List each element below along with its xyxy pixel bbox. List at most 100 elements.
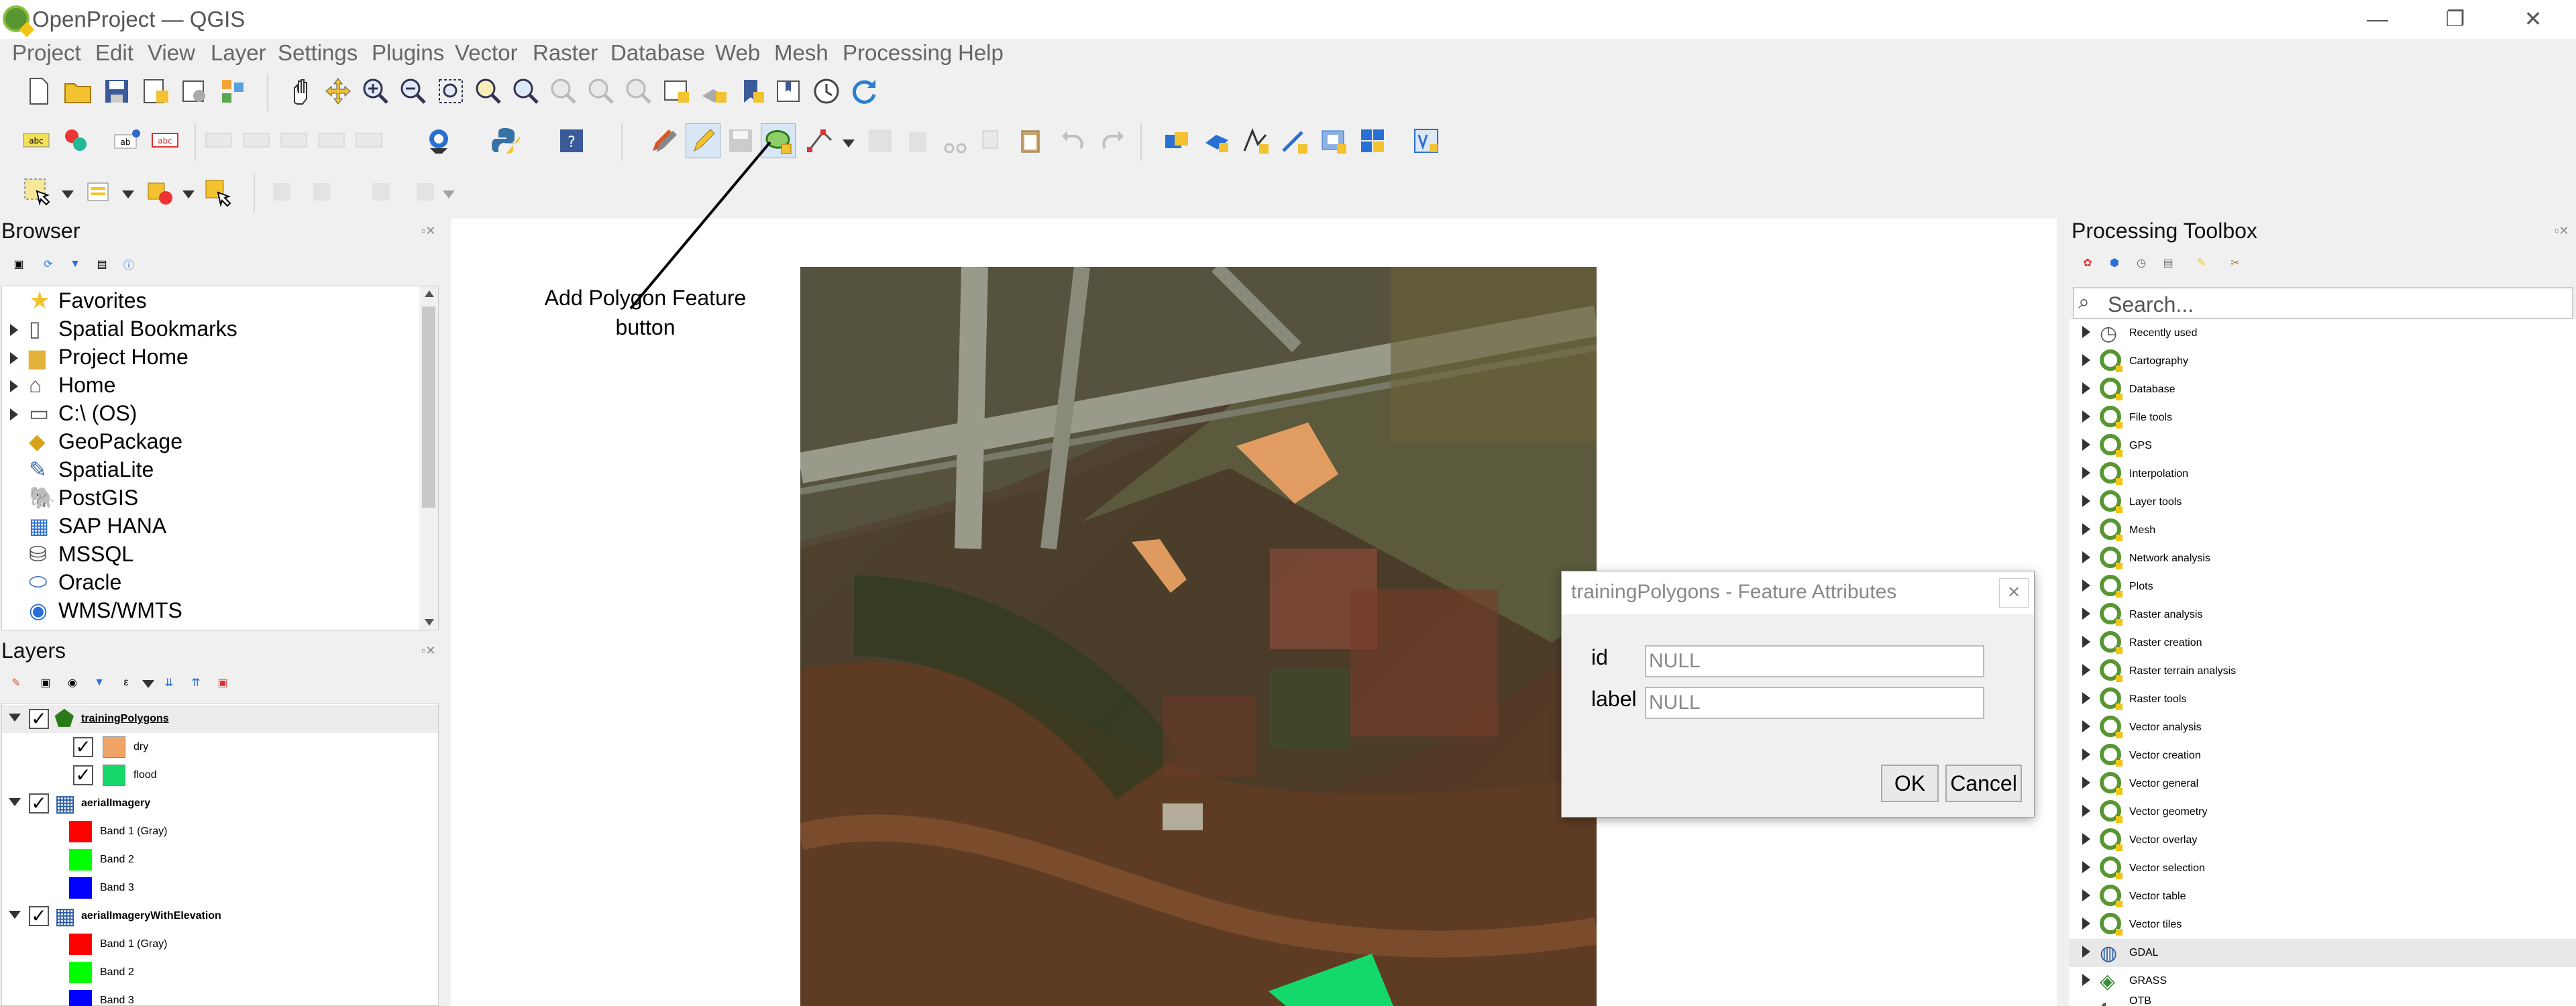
shape-digitizing-icon[interactable] xyxy=(408,174,443,209)
minimize-button[interactable]: — xyxy=(2357,3,2398,35)
restore-button[interactable]: ❐ xyxy=(2435,3,2475,35)
zoom-next-icon[interactable] xyxy=(621,74,656,109)
label-show-hide-icon[interactable] xyxy=(239,123,274,158)
zoom-out-icon[interactable] xyxy=(396,74,431,109)
new-project-icon[interactable] xyxy=(21,74,56,109)
browser-scrollbar-thumb[interactable] xyxy=(422,306,435,508)
browser-item-home[interactable]: ⌂ Home xyxy=(2,371,115,399)
offset-curve-icon[interactable] xyxy=(1199,123,1234,158)
zoom-full-icon[interactable] xyxy=(433,74,468,109)
toolbox-item-plots[interactable]: Plots xyxy=(2069,573,2153,601)
collapse-all-icon[interactable]: ▤ xyxy=(90,252,114,276)
label-field[interactable]: NULL xyxy=(1645,687,1984,719)
refresh-icon[interactable]: ⟳ xyxy=(36,252,60,276)
split-features-icon[interactable] xyxy=(1355,123,1390,158)
new-map-view-icon[interactable] xyxy=(659,74,694,109)
layer-band-item[interactable]: Band 1 (Gray) xyxy=(2,818,167,846)
undo-icon[interactable] xyxy=(1056,123,1091,158)
style-layer-icon[interactable]: ✎ xyxy=(4,671,28,695)
dialog-close-button[interactable]: ✕ xyxy=(1999,578,2029,608)
reshape-features-icon[interactable] xyxy=(1277,123,1312,158)
toolbox-item-recently-used[interactable]: ◷ Recently used xyxy=(2069,319,2197,347)
layers-panel-close-icon[interactable]: ▫✕ xyxy=(421,644,435,658)
pan-map-icon[interactable] xyxy=(283,74,318,109)
scripts-icon[interactable]: ⬢ xyxy=(2102,251,2127,275)
tracing-icon[interactable] xyxy=(305,174,339,209)
new-3d-view-icon[interactable] xyxy=(696,74,731,109)
toolbox-item-mesh[interactable]: Mesh xyxy=(2069,516,2155,545)
label-change-icon[interactable] xyxy=(352,123,386,158)
osm-place-search-icon[interactable] xyxy=(421,123,456,158)
browser-item-geopackage[interactable]: ◆ GeoPackage xyxy=(2,427,182,455)
toolbox-search-box[interactable]: ⌕ Search... xyxy=(2073,287,2573,319)
toolbox-item-otb[interactable]: ◐OTB xyxy=(2069,995,2151,1006)
layer-band-item[interactable]: Band 3 xyxy=(2,874,134,902)
toolbox-close-icon[interactable]: ▫✕ xyxy=(2555,224,2569,238)
menu-edit[interactable]: Edit xyxy=(95,39,133,67)
manage-themes-icon[interactable]: ◉ xyxy=(60,671,85,695)
properties-icon[interactable]: ⓘ xyxy=(117,252,141,276)
menu-settings[interactable]: Settings xyxy=(278,39,358,67)
label-move-icon[interactable] xyxy=(276,123,311,158)
add-group-icon[interactable]: ▣ xyxy=(34,671,58,695)
toolbox-item-vector-overlay[interactable]: Vector overlay xyxy=(2069,826,2197,854)
show-bookmarks-icon[interactable] xyxy=(771,74,806,109)
browser-item-mssql[interactable]: ⛁ MSSQL xyxy=(2,540,133,568)
browser-item-oracle[interactable]: ⬭ Oracle xyxy=(2,568,121,596)
save-project-icon[interactable] xyxy=(99,74,134,109)
help-contents-icon[interactable]: ? xyxy=(554,123,589,158)
browser-item-project-home[interactable]: ▆ Project Home xyxy=(2,343,189,371)
browser-panel-close-icon[interactable]: ▫✕ xyxy=(421,224,435,238)
zoom-to-selection-icon[interactable] xyxy=(471,74,506,109)
refresh-icon[interactable] xyxy=(847,74,881,109)
open-project-icon[interactable] xyxy=(60,74,95,109)
snapping-icon[interactable] xyxy=(264,174,299,209)
toolbox-item-vector-creation[interactable]: Vector creation xyxy=(2069,742,2201,770)
label-pin-icon[interactable] xyxy=(201,123,236,158)
vertex-tool-icon[interactable] xyxy=(804,123,839,158)
temporal-controller-icon[interactable] xyxy=(809,74,844,109)
menu-plugins[interactable]: Plugins xyxy=(372,39,444,67)
layer-band-item[interactable]: Band 2 xyxy=(2,958,134,987)
advanced-digitizing-icon[interactable] xyxy=(364,174,398,209)
layer-class-flood[interactable]: ✓ flood xyxy=(2,761,157,789)
identify-features-icon[interactable] xyxy=(200,174,235,209)
zoom-native-icon[interactable] xyxy=(546,74,581,109)
diagram-options-icon[interactable] xyxy=(59,123,94,158)
layer-band-item[interactable]: Band 3 xyxy=(2,987,134,1006)
class-visibility-checkbox[interactable]: ✓ xyxy=(73,765,93,785)
toolbox-item-raster-creation[interactable]: Raster creation xyxy=(2069,629,2202,657)
menu-mesh[interactable]: Mesh xyxy=(774,39,828,67)
menu-help[interactable]: Help xyxy=(958,39,1004,67)
toolbox-item-gdal[interactable]: ◍ GDAL xyxy=(2069,939,2576,967)
toolbox-item-raster-tools[interactable]: Raster tools xyxy=(2069,685,2186,714)
remove-layer-icon[interactable]: ▣ xyxy=(211,671,235,695)
toolbox-item-vector-general[interactable]: Vector general xyxy=(2069,770,2198,798)
menu-database[interactable]: Database xyxy=(610,39,705,67)
collapse-all-icon[interactable]: ⇈ xyxy=(184,671,208,695)
browser-item-drive-c[interactable]: ▭ C:\ (OS) xyxy=(2,399,137,427)
add-selected-layers-icon[interactable]: ▣ xyxy=(7,252,31,276)
filter-expression-icon[interactable]: ε xyxy=(114,671,138,695)
deselect-features-icon[interactable] xyxy=(142,174,177,209)
label-rotate-icon[interactable] xyxy=(314,123,349,158)
expand-all-icon[interactable]: ⇊ xyxy=(157,671,181,695)
toolbox-item-vector-selection[interactable]: Vector selection xyxy=(2069,854,2205,883)
pin-labels-icon[interactable]: abc xyxy=(148,123,182,158)
browser-item-spatial-bookmarks[interactable]: ▯ Spatial Bookmarks xyxy=(2,315,237,343)
browser-item-wms-wmts[interactable]: ◉ WMS/WMTS xyxy=(2,596,182,624)
filter-browser-icon[interactable]: ▼ xyxy=(63,252,87,276)
filter-legend-icon[interactable]: ▼ xyxy=(87,671,111,695)
toolbox-item-cartography[interactable]: Cartography xyxy=(2069,347,2188,376)
toolbox-item-vector-table[interactable]: Vector table xyxy=(2069,883,2186,911)
new-print-layout-icon[interactable] xyxy=(138,74,173,109)
topology-checker-icon[interactable] xyxy=(1409,123,1444,158)
edit-features-in-place-icon[interactable]: ✎ xyxy=(2190,251,2214,275)
digitize-shape-icon[interactable] xyxy=(1159,123,1194,158)
toolbox-item-raster-terrain-analysis[interactable]: Raster terrain analysis xyxy=(2069,657,2236,685)
id-field[interactable]: NULL xyxy=(1645,645,1984,677)
layer-band-item[interactable]: Band 1 (Gray) xyxy=(2,930,167,958)
layer-class-dry[interactable]: ✓ dry xyxy=(2,733,148,761)
menu-processing[interactable]: Processing xyxy=(843,39,952,67)
copy-features-icon[interactable] xyxy=(975,123,1010,158)
